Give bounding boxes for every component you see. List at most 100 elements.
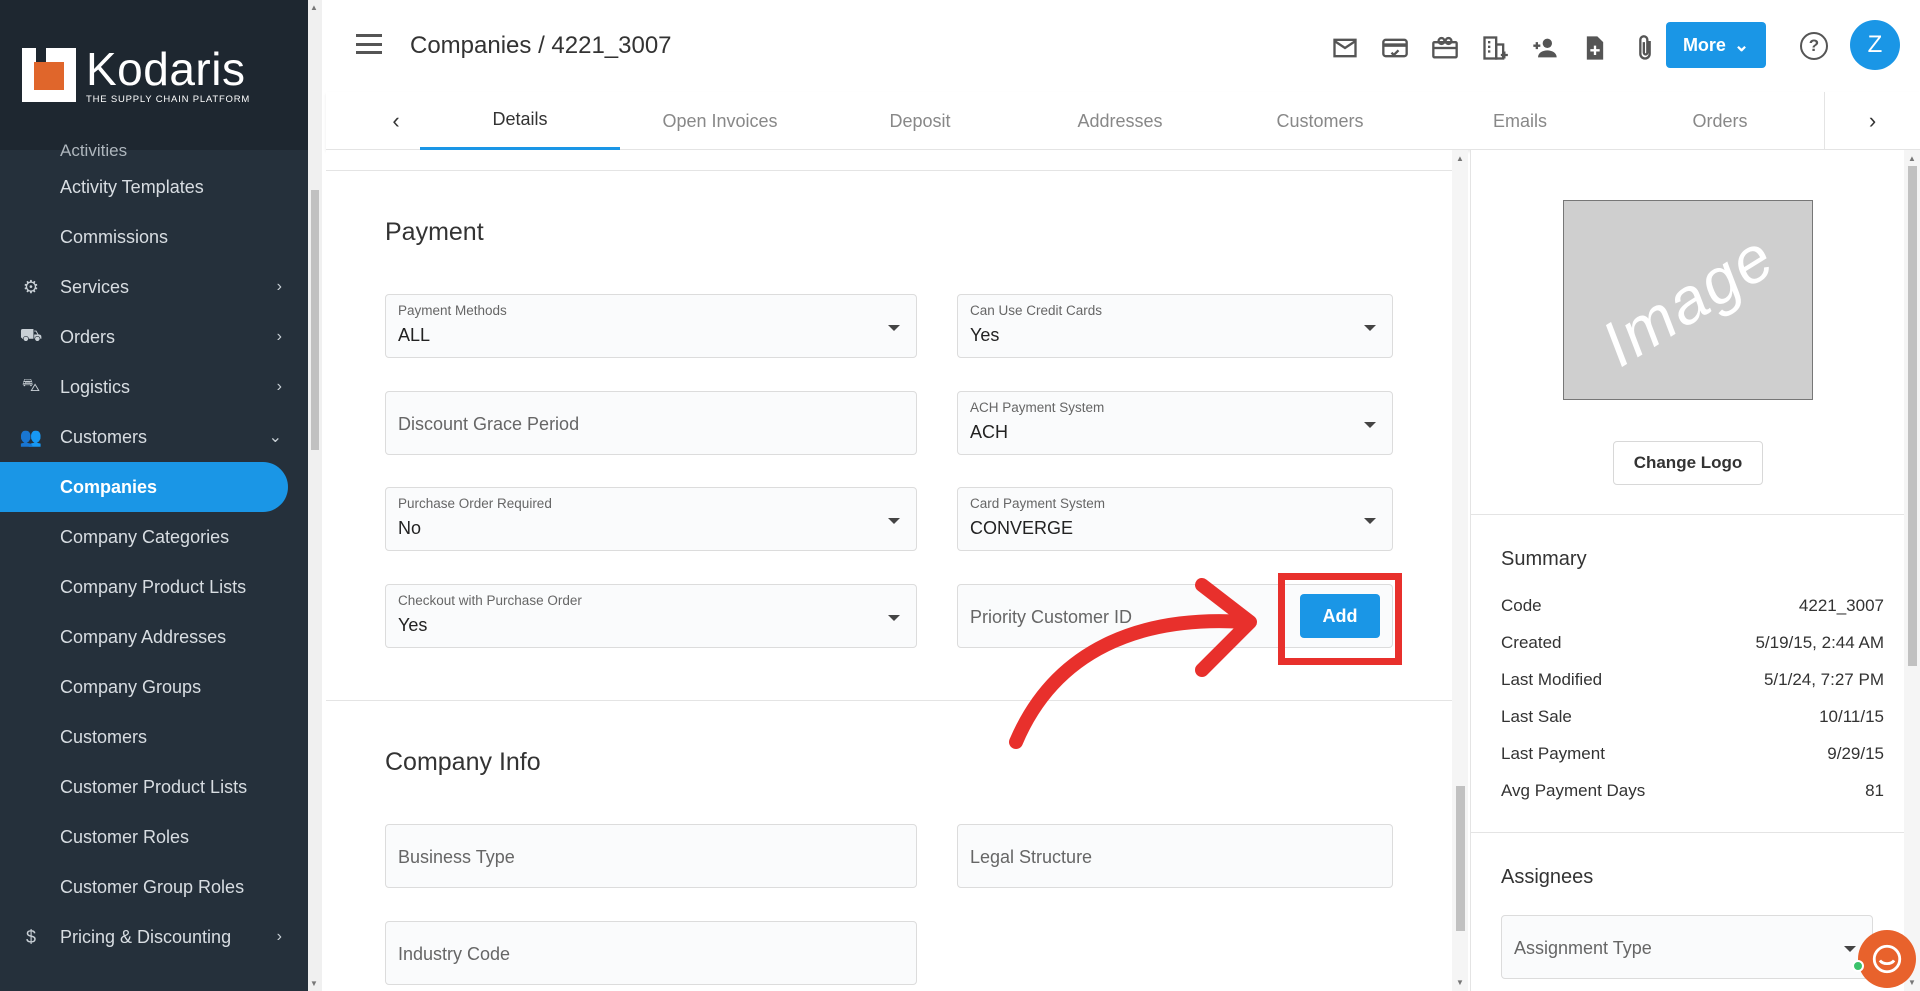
help-icon[interactable]: ? xyxy=(1800,32,1828,60)
card-payment-system-select[interactable]: Card Payment System CONVERGE xyxy=(957,487,1393,551)
dropdown-caret-icon xyxy=(888,615,900,621)
tab-customers[interactable]: Customers xyxy=(1220,92,1420,150)
tab-orders[interactable]: Orders xyxy=(1620,92,1820,150)
card-payment-system-label: Card Payment System xyxy=(970,496,1106,511)
discount-grace-period-input[interactable]: Discount Grace Period xyxy=(385,391,917,455)
sidebar-item-customers[interactable]: 👥 Customers ⌄ xyxy=(0,412,308,462)
credit-card-icon[interactable] xyxy=(1370,30,1420,66)
sidebar-item-orders[interactable]: ⛟ Orders › xyxy=(0,312,308,362)
main-content: Payment Payment Methods ALL Can Use Cred… xyxy=(326,150,1452,991)
assignment-type-select[interactable]: Assignment Type xyxy=(1501,915,1873,979)
attachment-icon[interactable] xyxy=(1620,30,1670,66)
sidebar-item-customer-product-lists[interactable]: Customer Product Lists xyxy=(0,762,308,812)
sidebar-item-label: Commissions xyxy=(60,226,169,247)
more-button[interactable]: More ⌄ xyxy=(1666,22,1766,68)
dropdown-caret-icon xyxy=(888,518,900,524)
main-scrollbar[interactable]: ▲ ▼ xyxy=(1452,150,1468,991)
chat-widget-icon[interactable] xyxy=(1858,930,1916,988)
ach-payment-system-label: ACH Payment System xyxy=(970,400,1105,415)
add-person-icon[interactable] xyxy=(1520,30,1570,66)
sidebar-item-label: Activities xyxy=(60,141,128,160)
avatar[interactable]: Z xyxy=(1850,20,1900,70)
tab-prev-icon[interactable]: ‹ xyxy=(366,92,426,150)
tab-bar: ‹ Details Open Invoices Deposit Addresse… xyxy=(326,92,1920,150)
industry-code-placeholder: Industry Code xyxy=(398,944,511,964)
dropdown-caret-icon xyxy=(1364,422,1376,428)
dropdown-caret-icon xyxy=(1364,518,1376,524)
sidebar-item-label: Pricing & Discounting xyxy=(60,926,232,947)
tab-details[interactable]: Details xyxy=(420,92,620,150)
summary-row: Avg Payment Days 81 xyxy=(1501,781,1884,800)
purchase-order-required-select[interactable]: Purchase Order Required No xyxy=(385,487,917,551)
sidebar-item-customers[interactable]: Customers xyxy=(0,712,308,762)
ach-payment-system-select[interactable]: ACH Payment System ACH xyxy=(957,391,1393,455)
payment-methods-select[interactable]: Payment Methods ALL xyxy=(385,294,917,358)
legal-structure-input[interactable]: Legal Structure xyxy=(957,824,1393,888)
summary-row: Last Sale 10/11/15 xyxy=(1501,707,1884,726)
sidebar-item-pricing-discounting[interactable]: $ Pricing & Discounting › xyxy=(0,912,308,962)
sidebar-item-label: Activity Templates xyxy=(60,176,204,197)
chevron-down-icon: ⌄ xyxy=(268,429,282,446)
sidebar-item-label: Company Categories xyxy=(60,526,230,547)
tab-next-icon[interactable]: › xyxy=(1824,92,1920,150)
highlight-box xyxy=(1278,573,1402,665)
sidebar-item-label: Companies xyxy=(60,476,158,497)
business-type-input[interactable]: Business Type xyxy=(385,824,917,888)
tab-deposit[interactable]: Deposit xyxy=(820,92,1020,150)
discount-grace-period-placeholder: Discount Grace Period xyxy=(398,414,580,434)
checkout-with-po-select[interactable]: Checkout with Purchase Order Yes xyxy=(385,584,917,648)
sidebar-item-logistics[interactable]: ⛍ Logistics › xyxy=(0,362,308,412)
industry-code-input[interactable]: Industry Code xyxy=(385,921,917,985)
gift-card-icon[interactable] xyxy=(1420,30,1470,66)
sidebar-item-company-product-lists[interactable]: Company Product Lists xyxy=(0,562,308,612)
kodaris-logo-mark xyxy=(22,48,76,102)
logo[interactable]: Kodaris THE SUPPLY CHAIN PLATFORM xyxy=(0,0,308,150)
image-placeholder-text: Image xyxy=(1589,219,1787,381)
business-type-placeholder: Business Type xyxy=(398,847,515,867)
sidebar-item-commissions[interactable]: Commissions xyxy=(0,212,308,262)
sidebar-item-label: Company Addresses xyxy=(60,626,227,647)
can-use-credit-cards-value: Yes xyxy=(970,325,1000,345)
sidebar-scrollbar[interactable]: ▲ ▼ xyxy=(308,0,322,991)
priority-customer-id-placeholder: Priority Customer ID xyxy=(970,607,1133,627)
right-panel-scrollbar[interactable]: ▲ ▼ xyxy=(1904,150,1920,991)
change-logo-button[interactable]: Change Logo xyxy=(1613,441,1763,485)
sidebar-item-activity-templates[interactable]: Activity Templates xyxy=(0,162,308,212)
summary-row: Code 4221_3007 xyxy=(1501,596,1884,615)
sidebar-item-services[interactable]: ⚙ Services › xyxy=(0,262,308,312)
payment-section-title: Payment xyxy=(385,218,484,246)
checkout-with-po-value: Yes xyxy=(398,615,428,635)
checkout-with-po-label: Checkout with Purchase Order xyxy=(398,593,582,608)
sidebar-item-activities[interactable]: Activities xyxy=(0,140,308,162)
building-add-icon[interactable] xyxy=(1470,30,1520,66)
assignees-title: Assignees xyxy=(1501,866,1594,888)
chevron-right-icon: › xyxy=(276,328,282,345)
dropdown-caret-icon xyxy=(1844,946,1856,952)
can-use-credit-cards-select[interactable]: Can Use Credit Cards Yes xyxy=(957,294,1393,358)
gears-icon: ⚙ xyxy=(22,276,40,297)
ach-payment-system-value: ACH xyxy=(970,422,1009,442)
sidebar-item-customer-roles[interactable]: Customer Roles xyxy=(0,812,308,862)
sidebar-item-label: Customers xyxy=(60,426,148,447)
sidebar-item-company-addresses[interactable]: Company Addresses xyxy=(0,612,308,662)
summary-row: Created 5/19/15, 2:44 AM xyxy=(1501,633,1884,652)
tab-addresses[interactable]: Addresses xyxy=(1020,92,1220,150)
assignment-type-placeholder: Assignment Type xyxy=(1514,938,1652,958)
dollar-icon: $ xyxy=(25,926,36,947)
shipping-icon: ⛍ xyxy=(21,375,41,395)
sidebar-item-companies[interactable]: Companies xyxy=(0,462,288,512)
sidebar-item-company-categories[interactable]: Company Categories xyxy=(0,512,308,562)
sidebar-nav: Activities Activity Templates Commissions ⚙… xyxy=(0,141,308,962)
chevron-down-icon: ⌄ xyxy=(1733,34,1750,55)
chevron-right-icon: › xyxy=(276,928,282,945)
company-logo-image: Image xyxy=(1563,200,1813,400)
mail-icon[interactable] xyxy=(1320,30,1370,66)
tab-open-invoices[interactable]: Open Invoices xyxy=(620,92,820,150)
add-document-icon[interactable] xyxy=(1570,30,1620,66)
people-icon: 👥 xyxy=(19,426,43,447)
sidebar-item-company-groups[interactable]: Company Groups xyxy=(0,662,308,712)
top-header: Companies / 4221_3007 More ⌄ ? Z xyxy=(326,0,1920,92)
tab-emails[interactable]: Emails xyxy=(1420,92,1620,150)
menu-icon[interactable] xyxy=(356,34,382,54)
sidebar-item-customer-group-roles[interactable]: Customer Group Roles xyxy=(0,862,308,912)
